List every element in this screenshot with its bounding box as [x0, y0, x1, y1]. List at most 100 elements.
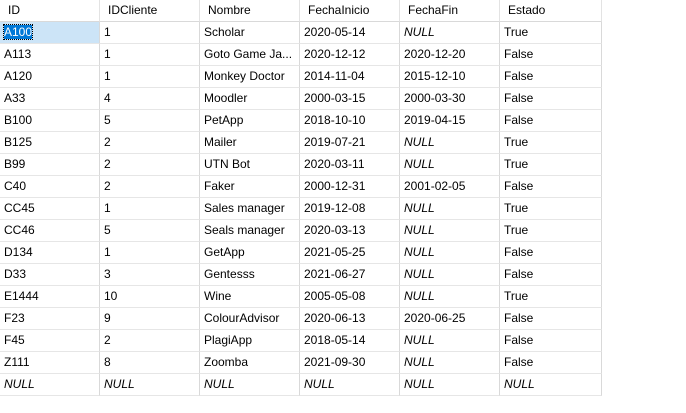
results-grid[interactable]: ID IDCliente Nombre FechaInicio FechaFin… — [0, 0, 602, 396]
cell-fechainicio[interactable]: 2000-12-31 — [300, 176, 400, 198]
cell-estado[interactable]: True — [500, 22, 602, 44]
cell-estado[interactable]: False — [500, 110, 602, 132]
cell-fechainicio[interactable]: 2020-03-11 — [300, 154, 400, 176]
cell-id[interactable]: A100 — [0, 22, 100, 44]
cell-id[interactable]: F45 — [0, 330, 100, 352]
cell-id[interactable]: CC45 — [0, 198, 100, 220]
cell-nombre[interactable]: Goto Game Ja... — [200, 44, 300, 66]
cell-fechainicio[interactable]: 2020-03-13 — [300, 220, 400, 242]
column-header-fechainicio[interactable]: FechaInicio — [300, 0, 400, 22]
cell-idcliente[interactable]: 4 — [100, 88, 200, 110]
cell-fechafin[interactable]: 2001-02-05 — [400, 176, 500, 198]
cell-fechafin[interactable]: NULL — [400, 330, 500, 352]
cell-nombre[interactable]: Sales manager — [200, 198, 300, 220]
cell-estado[interactable]: True — [500, 286, 602, 308]
cell-estado[interactable]: False — [500, 352, 602, 374]
cell-nombre[interactable]: GetApp — [200, 242, 300, 264]
cell-idcliente[interactable]: 8 — [100, 352, 200, 374]
table-row[interactable]: Z111 8 Zoomba 2021-09-30 NULL False — [0, 352, 602, 374]
cell-fechafin[interactable]: NULL — [400, 220, 500, 242]
cell-fechainicio[interactable]: 2019-07-21 — [300, 132, 400, 154]
table-row[interactable]: NULL NULL NULL NULL NULL NULL — [0, 374, 602, 396]
cell-estado[interactable]: False — [500, 264, 602, 286]
table-row[interactable]: F23 9 ColourAdvisor 2020-06-13 2020-06-25 Fal… — [0, 308, 602, 330]
table-row[interactable]: B100 5 PetApp 2018-10-10 2019-04-15 False — [0, 110, 602, 132]
cell-fechafin[interactable]: 2015-12-10 — [400, 66, 500, 88]
cell-fechainicio[interactable]: 2020-06-13 — [300, 308, 400, 330]
cell-nombre[interactable]: Scholar — [200, 22, 300, 44]
cell-nombre[interactable]: Mailer — [200, 132, 300, 154]
cell-fechafin[interactable]: NULL — [400, 286, 500, 308]
table-row[interactable]: D134 1 GetApp 2021-05-25 NULL False — [0, 242, 602, 264]
column-header-nombre[interactable]: Nombre — [200, 0, 300, 22]
cell-fechafin[interactable]: NULL — [400, 22, 500, 44]
table-row[interactable]: F45 2 PlagiApp 2018-05-14 NULL False — [0, 330, 602, 352]
table-row[interactable]: B125 2 Mailer 2019-07-21 NULL True — [0, 132, 602, 154]
cell-fechainicio[interactable]: NULL — [300, 374, 400, 396]
cell-estado[interactable]: False — [500, 330, 602, 352]
cell-fechainicio[interactable]: 2005-05-08 — [300, 286, 400, 308]
table-row[interactable]: CC45 1 Sales manager 2019-12-08 NULL True — [0, 198, 602, 220]
column-header-id[interactable]: ID — [0, 0, 100, 22]
cell-nombre[interactable]: PlagiApp — [200, 330, 300, 352]
cell-nombre[interactable]: Gentesss — [200, 264, 300, 286]
cell-estado[interactable]: False — [500, 66, 602, 88]
cell-id[interactable]: Z111 — [0, 352, 100, 374]
cell-estado[interactable]: True — [500, 220, 602, 242]
column-header-idcliente[interactable]: IDCliente — [100, 0, 200, 22]
cell-id[interactable]: D134 — [0, 242, 100, 264]
cell-idcliente[interactable]: 2 — [100, 154, 200, 176]
cell-id[interactable]: A120 — [0, 66, 100, 88]
cell-fechafin[interactable]: 2020-06-25 — [400, 308, 500, 330]
column-header-estado[interactable]: Estado — [500, 0, 602, 22]
cell-nombre[interactable]: Moodler — [200, 88, 300, 110]
cell-fechainicio[interactable]: 2014-11-04 — [300, 66, 400, 88]
table-row[interactable]: B99 2 UTN Bot 2020-03-11 NULL True — [0, 154, 602, 176]
cell-id[interactable]: A113 — [0, 44, 100, 66]
table-row[interactable]: A33 4 Moodler 2000-03-15 2000-03-30 False — [0, 88, 602, 110]
cell-idcliente[interactable]: 2 — [100, 176, 200, 198]
cell-fechafin[interactable]: NULL — [400, 242, 500, 264]
cell-estado[interactable]: False — [500, 242, 602, 264]
cell-idcliente[interactable]: 9 — [100, 308, 200, 330]
table-row[interactable]: D33 3 Gentesss 2021-06-27 NULL False — [0, 264, 602, 286]
cell-id[interactable]: D33 — [0, 264, 100, 286]
cell-fechafin[interactable]: 2000-03-30 — [400, 88, 500, 110]
cell-estado[interactable]: False — [500, 88, 602, 110]
cell-fechainicio[interactable]: 2018-10-10 — [300, 110, 400, 132]
column-header-fechafin[interactable]: FechaFin — [400, 0, 500, 22]
cell-idcliente[interactable]: 5 — [100, 220, 200, 242]
cell-id[interactable]: B100 — [0, 110, 100, 132]
cell-fechafin[interactable]: NULL — [400, 264, 500, 286]
cell-id[interactable]: CC46 — [0, 220, 100, 242]
cell-fechafin[interactable]: NULL — [400, 198, 500, 220]
cell-nombre[interactable]: Seals manager — [200, 220, 300, 242]
table-row[interactable]: A100 1 Scholar 2020-05-14 NULL True — [0, 22, 602, 44]
table-row[interactable]: C40 2 Faker 2000-12-31 2001-02-05 False — [0, 176, 602, 198]
cell-fechafin[interactable]: NULL — [400, 154, 500, 176]
cell-estado[interactable]: False — [500, 176, 602, 198]
cell-estado[interactable]: False — [500, 308, 602, 330]
cell-nombre[interactable]: Monkey Doctor — [200, 66, 300, 88]
cell-nombre[interactable]: Zoomba — [200, 352, 300, 374]
cell-fechafin[interactable]: NULL — [400, 132, 500, 154]
cell-idcliente[interactable]: 1 — [100, 22, 200, 44]
cell-nombre[interactable]: UTN Bot — [200, 154, 300, 176]
cell-idcliente[interactable]: 5 — [100, 110, 200, 132]
cell-idcliente[interactable]: 1 — [100, 242, 200, 264]
cell-idcliente[interactable]: NULL — [100, 374, 200, 396]
cell-idcliente[interactable]: 10 — [100, 286, 200, 308]
cell-id[interactable]: C40 — [0, 176, 100, 198]
cell-fechainicio[interactable]: 2021-09-30 — [300, 352, 400, 374]
cell-id[interactable]: F23 — [0, 308, 100, 330]
cell-fechainicio[interactable]: 2021-05-25 — [300, 242, 400, 264]
cell-fechafin[interactable]: 2019-04-15 — [400, 110, 500, 132]
cell-fechainicio[interactable]: 2021-06-27 — [300, 264, 400, 286]
cell-idcliente[interactable]: 1 — [100, 198, 200, 220]
cell-estado[interactable]: False — [500, 44, 602, 66]
cell-fechafin[interactable]: NULL — [400, 352, 500, 374]
cell-fechafin[interactable]: NULL — [400, 374, 500, 396]
cell-fechainicio[interactable]: 2020-05-14 — [300, 22, 400, 44]
cell-nombre[interactable]: PetApp — [200, 110, 300, 132]
cell-fechainicio[interactable]: 2018-05-14 — [300, 330, 400, 352]
